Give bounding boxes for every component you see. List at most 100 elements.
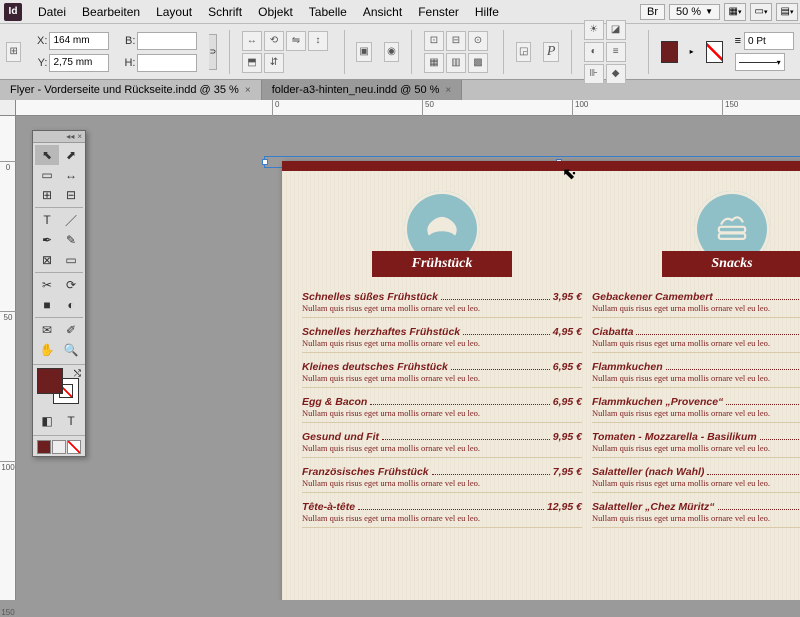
- ruler-vertical[interactable]: 050100150: [0, 116, 16, 600]
- text-toggle[interactable]: T: [59, 411, 83, 431]
- toolbox-panel[interactable]: ◂◂× ⬉⬈▭↔⊞⊟T／✒✎⊠▭✂⟳■◐✉✐✋🔍 ⤭ ◧T: [32, 130, 86, 457]
- menu-datei[interactable]: Datei: [30, 5, 74, 19]
- item-price: 4,95 €: [553, 326, 582, 338]
- corner-options-icon[interactable]: ◲: [516, 42, 531, 62]
- close-icon[interactable]: ×: [445, 85, 451, 96]
- close-icon[interactable]: ×: [245, 85, 251, 96]
- line-tool[interactable]: ／: [59, 210, 83, 230]
- scissors-tool[interactable]: ✂: [35, 275, 59, 295]
- arrange-documents-icon[interactable]: ▤▾: [776, 3, 798, 21]
- app-icon: Id: [4, 3, 22, 21]
- swap-icon[interactable]: ⤭: [74, 368, 81, 379]
- toolbox-header[interactable]: ◂◂×: [33, 131, 85, 143]
- screen-mode-icon[interactable]: ▭▾: [750, 3, 772, 21]
- mode-preview[interactable]: [52, 440, 66, 454]
- mode-normal[interactable]: [37, 440, 51, 454]
- item-name: Schnelles süßes Frühstück: [302, 291, 438, 303]
- shear-icon[interactable]: ⬒: [242, 53, 262, 73]
- item-desc: Nullam quis risus eget urna mollis ornar…: [302, 443, 582, 458]
- item-name: Gesund und Fit: [302, 431, 379, 443]
- control-bar: ⊞ X: Y: B: H: ⊃ ↔ ⟲ ⇋ ↕ ⬒ ⇵ ▣ ◉ ⊡ ⊟ ⊙ ▦ …: [0, 24, 800, 80]
- item-name: Französisches Frühstück: [302, 466, 429, 478]
- x-input[interactable]: [49, 32, 109, 50]
- constrain-icon[interactable]: ⊃: [209, 34, 217, 70]
- fill-frame-icon[interactable]: ▦: [424, 53, 444, 73]
- hand-tool[interactable]: ✋: [35, 340, 59, 360]
- menu-objekt[interactable]: Objekt: [250, 5, 301, 19]
- direct-selection-tool[interactable]: ⬈: [59, 145, 83, 165]
- y-input[interactable]: [49, 54, 109, 72]
- distribute-icon[interactable]: ⊪: [584, 64, 604, 84]
- rectangle-tool[interactable]: ▭: [59, 250, 83, 270]
- scale-x-icon[interactable]: ↔: [242, 31, 262, 51]
- menu-tabelle[interactable]: Tabelle: [301, 5, 355, 19]
- note-tool[interactable]: ✉: [35, 320, 59, 340]
- menu-ansicht[interactable]: Ansicht: [355, 5, 410, 19]
- bridge-button[interactable]: Br: [640, 4, 665, 20]
- stroke-swatch[interactable]: [706, 41, 723, 63]
- opacity-icon[interactable]: ◐: [584, 42, 604, 62]
- menu-schrift[interactable]: Schrift: [200, 5, 250, 19]
- menu-hilfe[interactable]: Hilfe: [467, 5, 507, 19]
- scale-y-icon[interactable]: ↕: [308, 31, 328, 51]
- menu-layout[interactable]: Layout: [148, 5, 200, 19]
- fill-stroke-proxy[interactable]: ⤭: [35, 368, 83, 406]
- center-content-icon[interactable]: ⊙: [468, 31, 488, 51]
- doc-tab-0[interactable]: Flyer - Vorderseite und Rückseite.indd @…: [0, 80, 262, 100]
- effects-icon[interactable]: ☀: [584, 20, 604, 40]
- pen-tool[interactable]: ✒: [35, 230, 59, 250]
- drop-shadow-icon[interactable]: ◪: [606, 20, 626, 40]
- pathfinder-icon[interactable]: ◆: [606, 64, 626, 84]
- item-desc: Nullam quis risus eget urna mollis ornar…: [302, 513, 582, 528]
- gradient-feather[interactable]: ◐: [59, 295, 83, 315]
- transform-tool[interactable]: ⟳: [59, 275, 83, 295]
- ruler-horizontal[interactable]: 050100150200250: [16, 100, 800, 116]
- rotate-icon[interactable]: ⟲: [264, 31, 284, 51]
- h-input[interactable]: [137, 54, 197, 72]
- menu-bearbeiten[interactable]: Bearbeiten: [74, 5, 148, 19]
- doc-tab-1[interactable]: folder-a3-hinten_neu.indd @ 50 %×: [262, 80, 463, 100]
- menu-item: Gesund und Fit9,95 €Nullam quis risus eg…: [302, 431, 582, 458]
- page-tool[interactable]: ▭: [35, 165, 59, 185]
- fill-toggle[interactable]: ◧: [35, 411, 59, 431]
- pencil-tool[interactable]: ✎: [59, 230, 83, 250]
- select-content-icon[interactable]: ◉: [384, 42, 399, 62]
- item-desc: Nullam quis risus eget urna mollis ornar…: [592, 443, 800, 458]
- ruler-origin[interactable]: [0, 100, 16, 116]
- zoom-tool[interactable]: 🔍: [59, 340, 83, 360]
- type-tool[interactable]: T: [35, 210, 59, 230]
- text-wrap-icon[interactable]: P: [543, 42, 558, 62]
- stroke-weight-input[interactable]: [744, 32, 794, 50]
- menu-fenster[interactable]: Fenster: [410, 5, 467, 19]
- rectangle-frame[interactable]: ⊠: [35, 250, 59, 270]
- canvas[interactable]: FrühstückSchnelles süßes Frühstück3,95 €…: [16, 116, 800, 600]
- mode-bleed[interactable]: [67, 440, 81, 454]
- fill-swatch[interactable]: [661, 41, 678, 63]
- eyedropper-tool[interactable]: ✐: [59, 320, 83, 340]
- gradient-swatch[interactable]: ■: [35, 295, 59, 315]
- collapse-icon[interactable]: ◂◂: [66, 132, 74, 141]
- selection-handle[interactable]: [262, 159, 268, 165]
- close-icon[interactable]: ×: [77, 132, 82, 141]
- fit-prop-icon[interactable]: ▥: [446, 53, 466, 73]
- gap-tool[interactable]: ↔: [59, 165, 83, 185]
- item-desc: Nullam quis risus eget urna mollis ornar…: [592, 303, 800, 318]
- fill-box[interactable]: [37, 368, 63, 394]
- fit-content-icon[interactable]: ⊡: [424, 31, 444, 51]
- content-placer[interactable]: ⊟: [59, 185, 83, 205]
- fit-frame-icon[interactable]: ⊟: [446, 31, 466, 51]
- content-collector[interactable]: ⊞: [35, 185, 59, 205]
- reference-point-icon[interactable]: ⊞: [6, 42, 21, 62]
- stroke-style-dropdown[interactable]: ▾: [735, 53, 785, 71]
- document-page[interactable]: FrühstückSchnelles süßes Frühstück3,95 €…: [282, 161, 800, 600]
- select-container-icon[interactable]: ▣: [356, 42, 371, 62]
- zoom-dropdown[interactable]: 50 %▼: [669, 4, 720, 20]
- selection-tool[interactable]: ⬉: [35, 145, 59, 165]
- flip-h-icon[interactable]: ⇋: [286, 31, 306, 51]
- auto-fit-icon[interactable]: ▩: [468, 53, 488, 73]
- item-price: 6,95 €: [553, 361, 582, 373]
- w-input[interactable]: [137, 32, 197, 50]
- flip-v-icon[interactable]: ⇵: [264, 53, 284, 73]
- align-icon[interactable]: ≡: [606, 42, 626, 62]
- view-options-icon[interactable]: ▦▾: [724, 3, 746, 21]
